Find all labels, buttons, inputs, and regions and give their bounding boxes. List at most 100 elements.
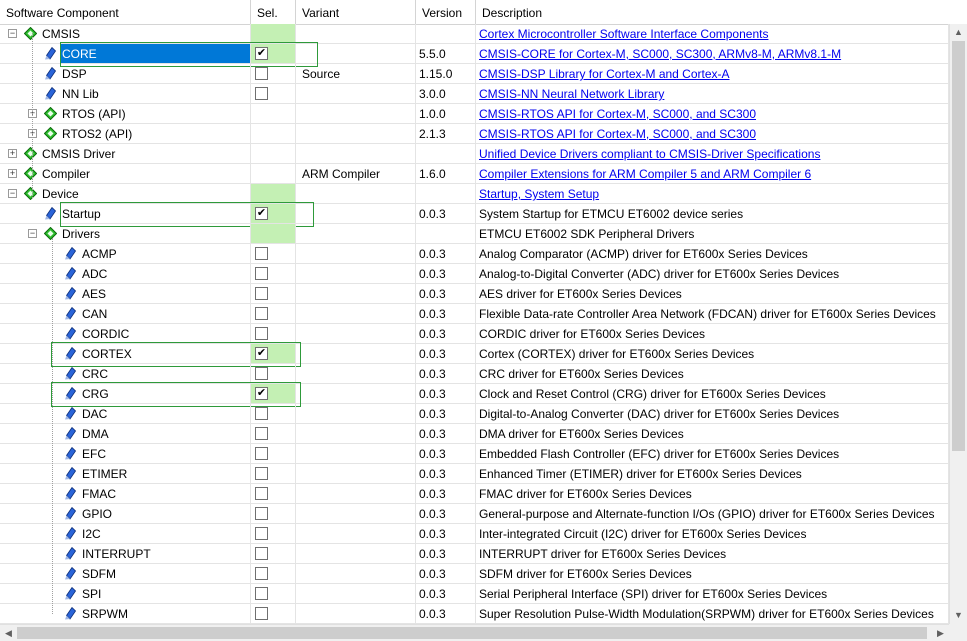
- selection-cell[interactable]: ✔: [251, 344, 296, 364]
- checkbox[interactable]: [255, 287, 268, 300]
- description-link[interactable]: Startup, System Setup: [476, 184, 599, 203]
- selection-cell[interactable]: [251, 364, 296, 384]
- checkbox[interactable]: [255, 367, 268, 380]
- checkbox[interactable]: [255, 67, 268, 80]
- selection-cell[interactable]: [251, 504, 296, 524]
- component-cell[interactable]: INTERRUPT: [0, 544, 251, 564]
- selection-cell[interactable]: [251, 564, 296, 584]
- collapse-icon[interactable]: −: [8, 29, 17, 38]
- variant-cell[interactable]: ARM Compiler: [296, 164, 416, 184]
- component-cell[interactable]: CRG: [0, 384, 251, 404]
- component-cell[interactable]: + Compiler: [0, 164, 251, 184]
- component-cell[interactable]: ETIMER: [0, 464, 251, 484]
- component-cell[interactable]: CORE: [0, 44, 251, 64]
- component-cell[interactable]: AES: [0, 284, 251, 304]
- component-cell[interactable]: CORDIC: [0, 324, 251, 344]
- selection-cell[interactable]: [251, 444, 296, 464]
- description-link[interactable]: Cortex Microcontroller Software Interfac…: [476, 24, 768, 43]
- table-row[interactable]: ETIMER 0.0.3 Enhanced Timer (ETIMER) drive…: [0, 464, 949, 484]
- table-row[interactable]: + RTOS (API) 1.0.0 CMSIS-RTOS API for Corte…: [0, 104, 949, 124]
- table-row[interactable]: I2C 0.0.3 Inter-integrated Circuit (I2C) d…: [0, 524, 949, 544]
- component-cell[interactable]: + RTOS (API): [0, 104, 251, 124]
- table-row[interactable]: SDFM 0.0.3 SDFM driver for ET600x Series D…: [0, 564, 949, 584]
- table-row[interactable]: FMAC 0.0.3 FMAC driver for ET600x Series D…: [0, 484, 949, 504]
- selection-cell[interactable]: [251, 304, 296, 324]
- selection-cell[interactable]: [251, 64, 296, 84]
- component-cell[interactable]: DMA: [0, 424, 251, 444]
- table-row[interactable]: − CMSIS Cortex Microcontroller Software In…: [0, 24, 949, 44]
- column-header-sel[interactable]: Sel.: [251, 0, 296, 24]
- checkbox[interactable]: [255, 467, 268, 480]
- table-row[interactable]: DAC 0.0.3 Digital-to-Analog Converter (DAC…: [0, 404, 949, 424]
- variant-cell[interactable]: [296, 124, 416, 144]
- description-link[interactable]: CMSIS-DSP Library for Cortex-M and Corte…: [476, 64, 730, 83]
- component-cell[interactable]: ACMP: [0, 244, 251, 264]
- component-cell[interactable]: − Drivers: [0, 224, 251, 244]
- variant-cell[interactable]: [296, 384, 416, 404]
- table-row[interactable]: SPI 0.0.3 Serial Peripheral Interface (SPI…: [0, 584, 949, 604]
- selection-cell[interactable]: ✔: [251, 384, 296, 404]
- variant-cell[interactable]: [296, 44, 416, 64]
- selection-cell[interactable]: [251, 524, 296, 544]
- selection-cell[interactable]: ✔: [251, 204, 296, 224]
- table-row[interactable]: DMA 0.0.3 DMA driver for ET600x Series Dev…: [0, 424, 949, 444]
- table-row[interactable]: NN Lib 3.0.0 CMSIS-NN Neural Network Libra…: [0, 84, 949, 104]
- selection-cell[interactable]: [251, 84, 296, 104]
- component-cell[interactable]: ADC: [0, 264, 251, 284]
- checkbox-checked[interactable]: ✔: [255, 347, 268, 360]
- description-cell[interactable]: Unified Device Drivers compliant to CMSI…: [476, 144, 949, 164]
- description-cell[interactable]: CMSIS-DSP Library for Cortex-M and Corte…: [476, 64, 949, 84]
- variant-cell[interactable]: [296, 404, 416, 424]
- expand-icon[interactable]: +: [8, 149, 17, 158]
- collapse-icon[interactable]: −: [8, 189, 17, 198]
- variant-cell[interactable]: [296, 144, 416, 164]
- collapse-icon[interactable]: −: [28, 229, 37, 238]
- component-cell[interactable]: SDFM: [0, 564, 251, 584]
- variant-cell[interactable]: [296, 344, 416, 364]
- selection-cell[interactable]: [251, 484, 296, 504]
- checkbox[interactable]: [255, 547, 268, 560]
- variant-cell[interactable]: [296, 544, 416, 564]
- component-cell[interactable]: Startup: [0, 204, 251, 224]
- description-link[interactable]: Compiler Extensions for ARM Compiler 5 a…: [476, 164, 811, 183]
- table-row[interactable]: EFC 0.0.3 Embedded Flash Controller (EFC) …: [0, 444, 949, 464]
- table-row[interactable]: INTERRUPT 0.0.3 INTERRUPT driver for ET600…: [0, 544, 949, 564]
- selection-cell[interactable]: [251, 464, 296, 484]
- table-row[interactable]: + CMSIS Driver Unified Device Drivers comp…: [0, 144, 949, 164]
- component-cell[interactable]: CRC: [0, 364, 251, 384]
- vertical-scroll-thumb[interactable]: [952, 41, 965, 451]
- selection-cell[interactable]: [251, 404, 296, 424]
- table-row[interactable]: SRPWM 0.0.3 Super Resolution Pulse-Width M…: [0, 604, 949, 624]
- scroll-up-icon[interactable]: ▲: [950, 24, 967, 41]
- checkbox[interactable]: [255, 327, 268, 340]
- description-link[interactable]: CMSIS-RTOS API for Cortex-M, SC000, and …: [476, 104, 756, 123]
- column-header-variant[interactable]: Variant: [296, 0, 416, 24]
- checkbox[interactable]: [255, 247, 268, 260]
- column-header-version[interactable]: Version: [416, 0, 476, 24]
- component-cell[interactable]: CAN: [0, 304, 251, 324]
- table-row[interactable]: DSP Source 1.15.0 CMSIS-DSP Library for Cor…: [0, 64, 949, 84]
- selection-cell[interactable]: [251, 324, 296, 344]
- variant-cell[interactable]: [296, 324, 416, 344]
- checkbox[interactable]: [255, 267, 268, 280]
- checkbox[interactable]: [255, 607, 268, 620]
- selection-cell[interactable]: [251, 424, 296, 444]
- component-cell[interactable]: + CMSIS Driver: [0, 144, 251, 164]
- variant-cell[interactable]: [296, 104, 416, 124]
- component-cell[interactable]: + RTOS2 (API): [0, 124, 251, 144]
- component-cell[interactable]: NN Lib: [0, 84, 251, 104]
- variant-cell[interactable]: [296, 444, 416, 464]
- horizontal-scrollbar[interactable]: ◀ ▶: [0, 624, 949, 641]
- column-header-description[interactable]: Description: [476, 0, 949, 24]
- table-row[interactable]: ACMP 0.0.3 Analog Comparator (ACMP) driver…: [0, 244, 949, 264]
- checkbox[interactable]: [255, 447, 268, 460]
- table-row[interactable]: GPIO 0.0.3 General-purpose and Alternate-f…: [0, 504, 949, 524]
- variant-cell[interactable]: [296, 224, 416, 244]
- description-cell[interactable]: CMSIS-RTOS API for Cortex-M, SC000, and …: [476, 104, 949, 124]
- variant-cell[interactable]: [296, 424, 416, 444]
- component-cell[interactable]: DAC: [0, 404, 251, 424]
- checkbox[interactable]: [255, 527, 268, 540]
- table-row[interactable]: CORE ✔ 5.5.0 CMSIS-CORE for Cortex-M, SC000…: [0, 44, 949, 64]
- description-link[interactable]: CMSIS-NN Neural Network Library: [476, 84, 664, 103]
- checkbox[interactable]: [255, 87, 268, 100]
